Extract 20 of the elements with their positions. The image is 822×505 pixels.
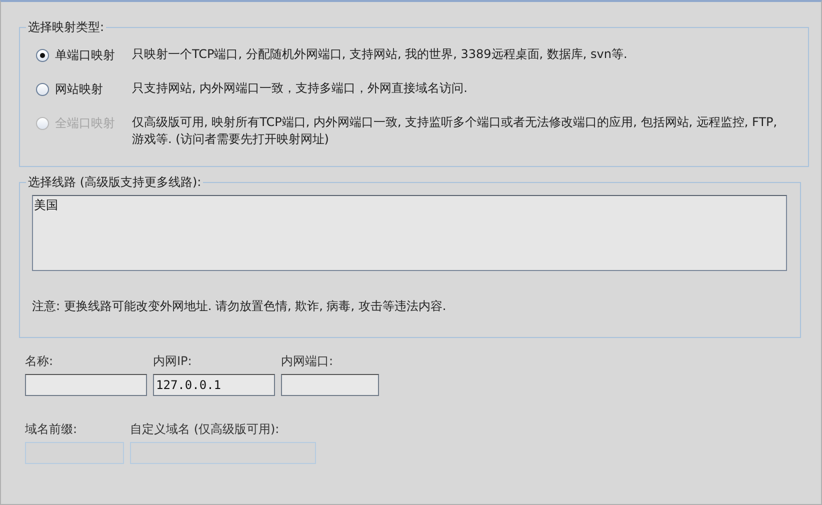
input-field[interactable] <box>25 374 147 396</box>
field-label: 内网端口: <box>281 353 334 370</box>
option-description: 只映射一个TCP端口, 分配随机外网端口, 支持网站, 我的世界, 3389远程桌面, 数据库, svn等. <box>132 46 628 63</box>
field-label: 域名前缀: <box>25 421 78 438</box>
radio-button[interactable] <box>36 48 49 62</box>
option-description: 仅高级版可用, 映射所有TCP端口, 内外网端口一致, 支持监听多个端口或者无法修改端口的应用, 包括网站, 远程监控, FTP, 游戏等. (访问者需要先打开映射网址) <box>132 114 778 148</box>
warning-note: 注意: 更换线路可能改变外网地址. 请勿放置色情, 欺诈, 病毒, 攻击等违法内容. <box>32 298 448 315</box>
group-title: 选择线路 (高级版支持更多线路): <box>27 174 202 191</box>
list-item[interactable]: 美国 <box>34 196 785 214</box>
field-label: 自定义域名 (仅高级版可用): <box>130 421 280 438</box>
field-label: 名称: <box>25 353 54 370</box>
option-label: 网站映射 <box>55 81 103 98</box>
input-field[interactable] <box>281 374 379 396</box>
input-field[interactable]: 127.0.0.1 <box>153 374 275 396</box>
line-list[interactable]: 美国 <box>32 195 787 271</box>
option-description: 只支持网站, 内外网端口一致，支持多端口，外网直接域名访问. <box>132 80 468 97</box>
field-label: 内网IP: <box>153 353 193 370</box>
option-label: 单端口映射 <box>55 47 115 64</box>
group-title: 选择映射类型: <box>27 19 106 36</box>
radio-button[interactable] <box>36 82 49 96</box>
